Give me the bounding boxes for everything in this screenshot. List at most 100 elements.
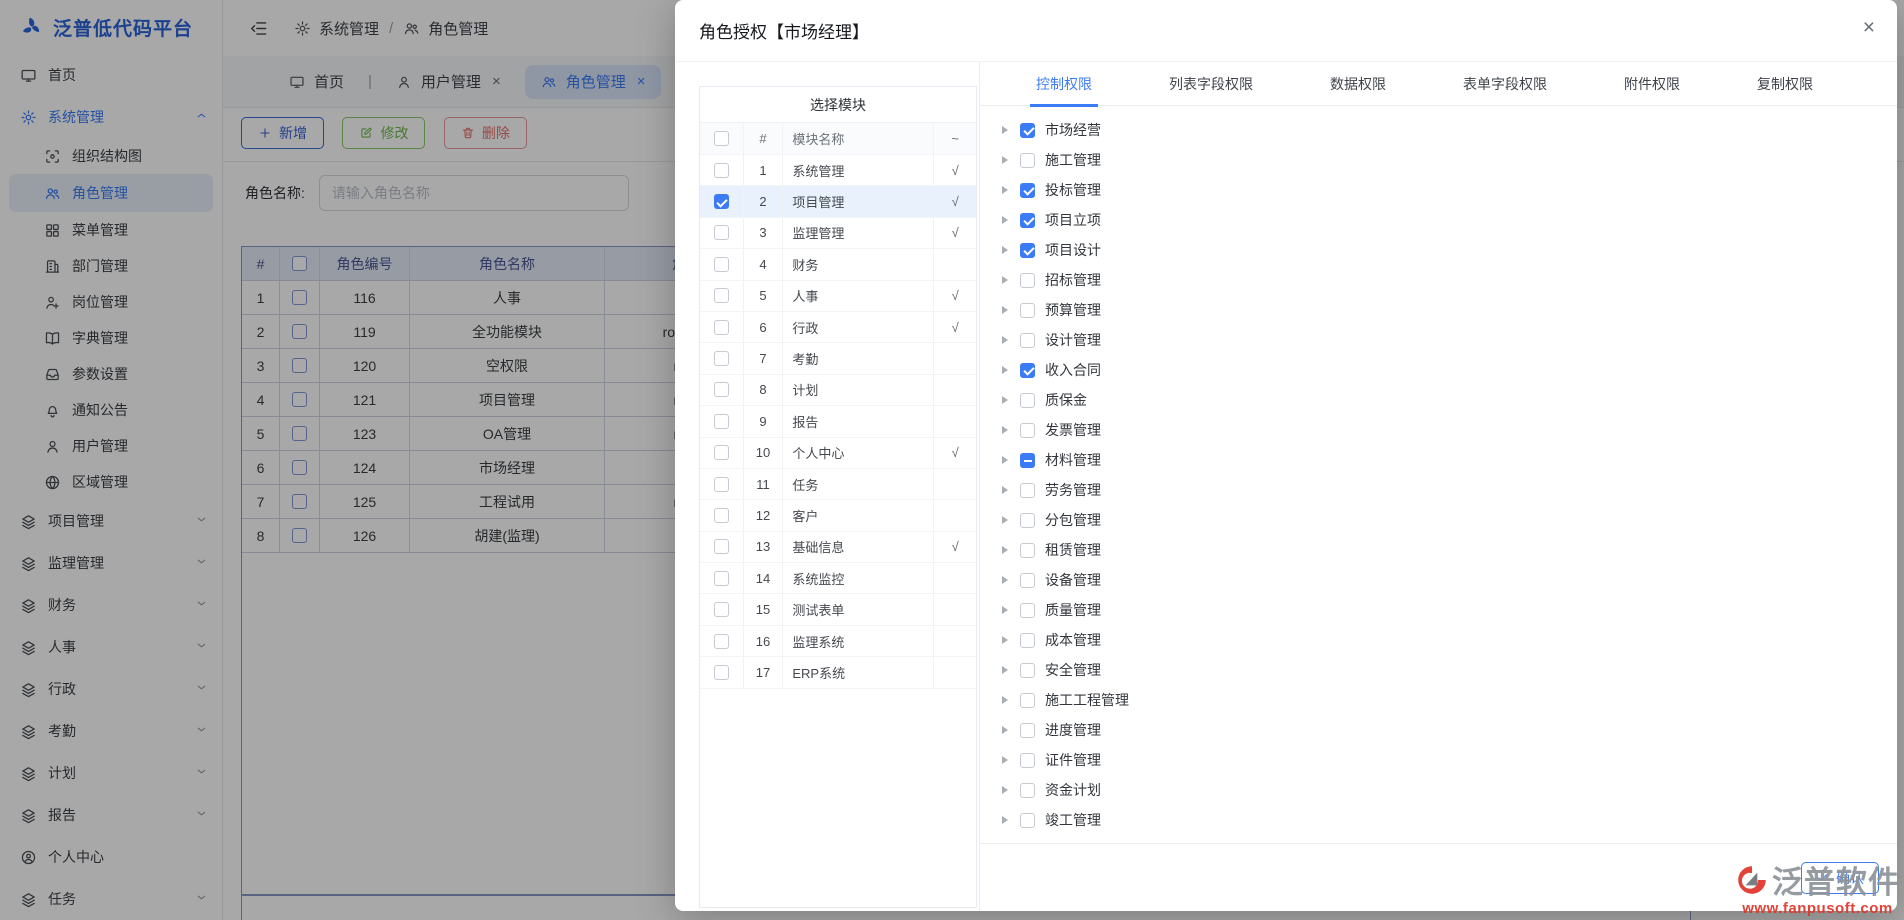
tree-item-label[interactable]: 设备管理 [1045,570,1101,590]
tree-item-label[interactable]: 劳务管理 [1045,480,1101,500]
tree-item-label[interactable]: 质量管理 [1045,600,1101,620]
module-row[interactable]: 5人事√ [700,281,976,312]
module-checkbox[interactable] [714,571,729,586]
caret-right-icon[interactable] [1002,216,1008,224]
caret-right-icon[interactable] [1002,666,1008,674]
caret-right-icon[interactable] [1002,306,1008,314]
tree-item-label[interactable]: 设计管理 [1045,330,1101,350]
caret-right-icon[interactable] [1002,816,1008,824]
tree-checkbox[interactable] [1020,453,1035,468]
tree-item-label[interactable]: 市场经营 [1045,120,1101,140]
module-row[interactable]: 2项目管理√ [700,186,976,217]
tree-item-label[interactable]: 施工管理 [1045,150,1101,170]
module-row[interactable]: 16监理系统 [700,626,976,657]
caret-right-icon[interactable] [1002,636,1008,644]
tree-checkbox[interactable] [1020,723,1035,738]
perm-tab-4[interactable]: 表单字段权限 [1463,62,1547,106]
perm-tab-2[interactable]: 列表字段权限 [1169,62,1253,106]
tree-item-label[interactable]: 证件管理 [1045,750,1101,770]
perm-tab-1[interactable]: 控制权限 [1036,62,1092,106]
module-checkbox[interactable] [714,445,729,460]
tree-checkbox[interactable] [1020,543,1035,558]
tree-checkbox[interactable] [1020,513,1035,528]
tree-checkbox[interactable] [1020,603,1035,618]
module-checkbox[interactable] [714,508,729,523]
module-row[interactable]: 4财务 [700,249,976,280]
tree-checkbox[interactable] [1020,693,1035,708]
caret-right-icon[interactable] [1002,576,1008,584]
tree-checkbox[interactable] [1020,273,1035,288]
tree-checkbox[interactable] [1020,813,1035,828]
tree-item-label[interactable]: 质保金 [1045,390,1087,410]
module-checkbox[interactable] [714,477,729,492]
module-row[interactable]: 14系统监控 [700,563,976,594]
module-row[interactable]: 12客户 [700,500,976,531]
tree-checkbox[interactable] [1020,573,1035,588]
caret-right-icon[interactable] [1002,486,1008,494]
caret-right-icon[interactable] [1002,396,1008,404]
tree-item-label[interactable]: 租赁管理 [1045,540,1101,560]
tree-checkbox[interactable] [1020,243,1035,258]
tree-checkbox[interactable] [1020,183,1035,198]
perm-tab-6[interactable]: 复制权限 [1757,62,1813,106]
tree-checkbox[interactable] [1020,363,1035,378]
module-row[interactable]: 8计划 [700,375,976,406]
tree-checkbox[interactable] [1020,123,1035,138]
caret-right-icon[interactable] [1002,696,1008,704]
tree-checkbox[interactable] [1020,153,1035,168]
tree-checkbox[interactable] [1020,753,1035,768]
tree-checkbox[interactable] [1020,783,1035,798]
tree-item-label[interactable]: 预算管理 [1045,300,1101,320]
caret-right-icon[interactable] [1002,786,1008,794]
tree-checkbox[interactable] [1020,423,1035,438]
caret-right-icon[interactable] [1002,426,1008,434]
tree-item-label[interactable]: 资金计划 [1045,780,1101,800]
tree-item-label[interactable]: 分包管理 [1045,510,1101,530]
caret-right-icon[interactable] [1002,756,1008,764]
tree-item-label[interactable]: 材料管理 [1045,450,1101,470]
module-row[interactable]: 6行政√ [700,312,976,343]
module-checkbox[interactable] [714,665,729,680]
tree-item-label[interactable]: 项目立项 [1045,210,1101,230]
caret-right-icon[interactable] [1002,126,1008,134]
perm-tab-5[interactable]: 附件权限 [1624,62,1680,106]
caret-right-icon[interactable] [1002,606,1008,614]
module-checkbox[interactable] [714,320,729,335]
tree-checkbox[interactable] [1020,213,1035,228]
module-row[interactable]: 15测试表单 [700,594,976,625]
module-row[interactable]: 17ERP系统 [700,657,976,688]
module-checkbox[interactable] [714,602,729,617]
module-row[interactable]: 13基础信息√ [700,532,976,563]
tree-checkbox[interactable] [1020,483,1035,498]
module-row[interactable]: 1系统管理√ [700,155,976,186]
caret-right-icon[interactable] [1002,156,1008,164]
caret-right-icon[interactable] [1002,516,1008,524]
caret-right-icon[interactable] [1002,546,1008,554]
tree-item-label[interactable]: 施工工程管理 [1045,690,1129,710]
module-row[interactable]: 7考勤 [700,343,976,374]
caret-right-icon[interactable] [1002,336,1008,344]
caret-right-icon[interactable] [1002,276,1008,284]
tree-item-label[interactable]: 成本管理 [1045,630,1101,650]
module-checkbox[interactable] [714,351,729,366]
module-checkbox[interactable] [714,225,729,240]
caret-right-icon[interactable] [1002,186,1008,194]
module-select-all-checkbox[interactable] [714,131,729,146]
perm-tab-3[interactable]: 数据权限 [1330,62,1386,106]
tree-checkbox[interactable] [1020,663,1035,678]
tree-checkbox[interactable] [1020,633,1035,648]
module-row[interactable]: 3监理管理√ [700,218,976,249]
tree-item-label[interactable]: 收入合同 [1045,360,1101,380]
tree-checkbox[interactable] [1020,303,1035,318]
module-row[interactable]: 10个人中心√ [700,438,976,469]
tree-item-label[interactable]: 进度管理 [1045,720,1101,740]
tree-item-label[interactable]: 投标管理 [1045,180,1101,200]
module-checkbox[interactable] [714,194,729,209]
module-checkbox[interactable] [714,257,729,272]
module-checkbox[interactable] [714,539,729,554]
tree-checkbox[interactable] [1020,333,1035,348]
tree-item-label[interactable]: 竣工管理 [1045,810,1101,830]
module-checkbox[interactable] [714,634,729,649]
tree-item-label[interactable]: 安全管理 [1045,660,1101,680]
caret-right-icon[interactable] [1002,456,1008,464]
